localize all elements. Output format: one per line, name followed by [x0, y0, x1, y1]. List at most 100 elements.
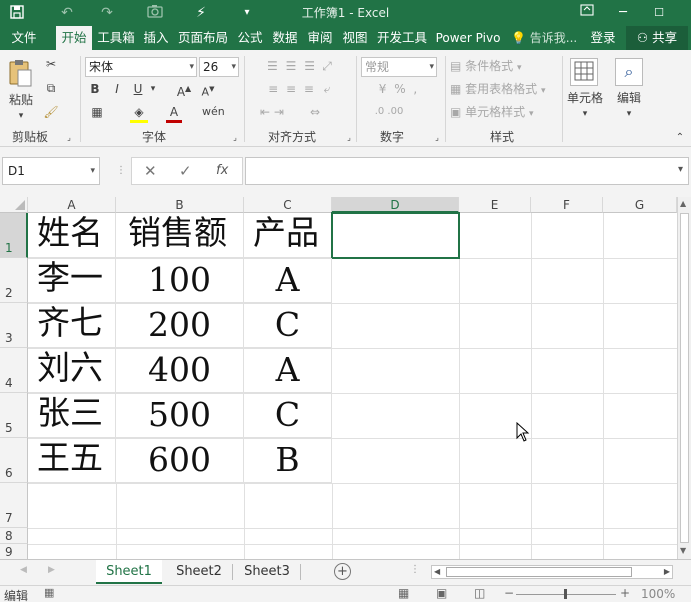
select-all-corner[interactable] [0, 197, 28, 213]
tab-file[interactable]: 文件 [4, 26, 44, 50]
tab-view[interactable]: 视图 [339, 26, 371, 50]
worksheet-grid[interactable]: A B C D E F G 1 2 3 4 5 6 7 8 9 姓名 销售额 产… [0, 197, 677, 559]
tab-data[interactable]: 数据 [269, 26, 301, 50]
horizontal-scrollbar[interactable]: ◀ ▶ [431, 565, 673, 579]
chevron-down-icon[interactable]: ▾ [578, 106, 592, 122]
font-size-field[interactable]: 26 ▾ [199, 57, 239, 77]
editing-button[interactable]: 编辑 [612, 90, 646, 106]
cells-button[interactable]: 单元格 [564, 90, 606, 106]
row-header[interactable]: 2 [0, 258, 28, 303]
minimize-icon[interactable]: ─ [608, 0, 638, 26]
zoom-out-icon[interactable]: − [504, 586, 514, 600]
increase-font-icon[interactable]: A▲ [176, 81, 192, 100]
decimal-icons[interactable]: .0 .00 [364, 104, 414, 120]
zoom-slider-thumb[interactable] [564, 589, 567, 599]
cell-B3[interactable]: 200 [116, 303, 244, 348]
prev-sheet-icon[interactable]: ◀ [20, 565, 27, 575]
alignment-launcher-icon[interactable]: ⌟ [344, 130, 354, 146]
sheet-tab-sheet2[interactable]: Sheet2 [166, 560, 232, 584]
cell-A3[interactable]: 齐七 [28, 303, 116, 348]
cut-icon[interactable]: ✂ [42, 56, 60, 72]
split-grip-icon[interactable]: ⋮ [410, 564, 420, 575]
underline-icon[interactable]: U [131, 81, 145, 97]
merge-center-icon[interactable]: ⇔ [300, 104, 330, 120]
cell-B6[interactable]: 600 [116, 438, 244, 483]
tab-home[interactable]: 开始 [56, 26, 92, 50]
cell-C2[interactable]: A [244, 258, 332, 303]
ribbon-options-icon[interactable] [572, 0, 602, 26]
search-icon[interactable]: ⌕ [615, 58, 643, 86]
tab-formulas[interactable]: 公式 [234, 26, 266, 50]
tab-toolbox[interactable]: 工具箱 [94, 26, 138, 50]
column-header[interactable]: D [332, 197, 459, 213]
cell-C3[interactable]: C [244, 303, 332, 348]
name-box[interactable]: D1 ▾ [2, 157, 100, 185]
active-cell-D1[interactable] [331, 212, 460, 259]
number-format-field[interactable]: 常规 ▾ [361, 57, 437, 77]
cell-C5[interactable]: C [244, 393, 332, 438]
row-header[interactable]: 4 [0, 348, 28, 393]
horizontal-scroll-thumb[interactable] [446, 567, 632, 577]
sheet-tab-sheet1[interactable]: Sheet1 [96, 560, 162, 584]
page-break-view-icon[interactable]: ◫ [474, 586, 485, 600]
scroll-left-icon[interactable]: ◀ [434, 566, 440, 578]
cells-icon[interactable] [570, 58, 598, 86]
underline-dropdown-icon[interactable]: ▾ [148, 81, 158, 97]
row-header[interactable]: 3 [0, 303, 28, 348]
column-header[interactable]: B [116, 197, 244, 213]
cell-A5[interactable]: 张三 [28, 393, 116, 438]
font-launcher-icon[interactable]: ⌟ [230, 130, 240, 146]
row-header[interactable]: 6 [0, 438, 28, 483]
tab-review[interactable]: 审阅 [304, 26, 336, 50]
cell-A4[interactable]: 刘六 [28, 348, 116, 393]
new-sheet-button[interactable]: + [334, 563, 351, 580]
border-icon[interactable]: ▦ [88, 104, 106, 120]
column-header[interactable]: G [603, 197, 677, 213]
wrap-text-icon[interactable]: ⤶ [318, 81, 336, 97]
maximize-icon[interactable]: ☐ [644, 0, 674, 26]
italic-icon[interactable]: I [110, 81, 124, 97]
format-painter-icon[interactable]: 🖌 [42, 104, 60, 120]
cell-B4[interactable]: 400 [116, 348, 244, 393]
zoom-level[interactable]: 100% [641, 587, 675, 601]
row-header[interactable]: 8 [0, 528, 28, 544]
page-layout-view-icon[interactable]: ▣ [436, 586, 447, 600]
zoom-in-icon[interactable]: + [620, 586, 630, 600]
paste-icon[interactable] [6, 58, 34, 92]
formula-bar-grip-icon[interactable]: ⋮ [116, 163, 126, 179]
cell-B5[interactable]: 500 [116, 393, 244, 438]
cell-C6[interactable]: B [244, 438, 332, 483]
cell-A1[interactable]: 姓名 [28, 213, 116, 258]
formula-input[interactable]: ▾ [245, 157, 689, 185]
insert-function-icon[interactable]: fx [216, 163, 228, 178]
collapse-ribbon-icon[interactable]: ⌃ [674, 130, 686, 146]
column-header[interactable]: E [459, 197, 531, 213]
paste-dropdown-icon[interactable]: ▾ [14, 108, 28, 124]
share-button[interactable]: ⚇ 共享 [626, 26, 688, 50]
vertical-scroll-thumb[interactable] [680, 213, 689, 543]
decrease-font-icon[interactable]: A▼ [200, 81, 216, 101]
font-color-icon[interactable]: A [166, 104, 182, 123]
cell-B1[interactable]: 销售额 [116, 213, 244, 258]
normal-view-icon[interactable]: ▦ [398, 586, 409, 600]
sheet-tab-sheet3[interactable]: Sheet3 [234, 560, 300, 584]
cell-A6[interactable]: 王五 [28, 438, 116, 483]
next-sheet-icon[interactable]: ▶ [48, 565, 55, 575]
copy-icon[interactable]: ⧉ [42, 80, 60, 96]
number-launcher-icon[interactable]: ⌟ [432, 130, 442, 146]
scroll-down-icon[interactable]: ▼ [680, 546, 686, 555]
currency-percent-icons[interactable]: ¥ % , [364, 81, 434, 97]
enter-icon[interactable]: ✓ [179, 162, 192, 180]
cell-style-button[interactable]: ▣ 单元格样式 ▾ [450, 104, 550, 122]
paste-button[interactable]: 粘贴 [4, 92, 38, 108]
tab-page-layout[interactable]: 页面布局 [175, 26, 231, 50]
conditional-format-button[interactable]: ▤ 条件格式 ▾ [450, 58, 550, 76]
vertical-scrollbar[interactable]: ▲ ▼ [677, 197, 691, 559]
cell-C1[interactable]: 产品 [244, 213, 332, 258]
indent-icons[interactable]: ⇤ ⇥ [252, 104, 292, 120]
table-format-button[interactable]: ▦ 套用表格格式 ▾ [450, 81, 562, 99]
column-header[interactable]: F [531, 197, 603, 213]
row-header[interactable]: 7 [0, 483, 28, 528]
column-header[interactable]: A [28, 197, 116, 213]
clipboard-launcher-icon[interactable]: ⌟ [64, 130, 74, 146]
